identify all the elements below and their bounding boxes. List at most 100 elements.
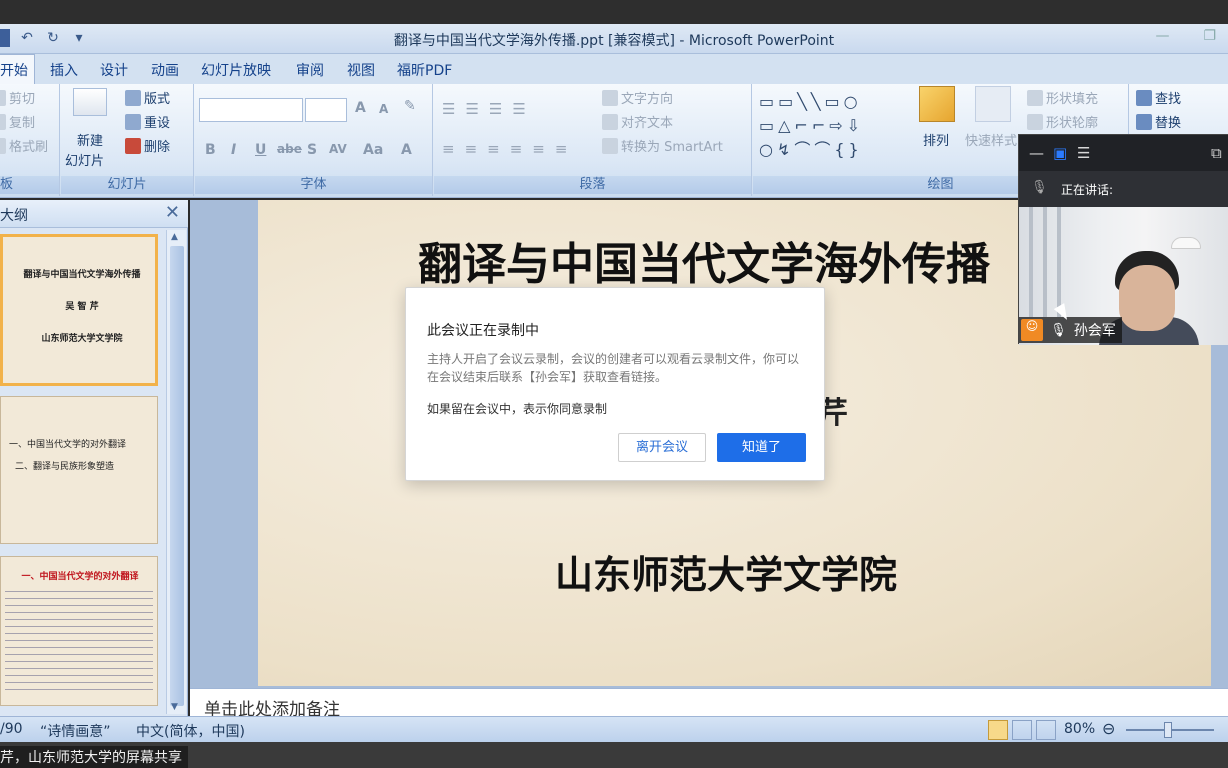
paint-bucket-icon — [1027, 90, 1043, 106]
tab-view[interactable]: 视图 — [347, 60, 375, 80]
slides-panel-scrollbar[interactable]: ▲ ▼ — [166, 230, 186, 714]
expand-panel-icon[interactable]: ⧉ — [1211, 144, 1222, 162]
tab-review[interactable]: 审阅 — [296, 60, 324, 80]
tab-slideshow[interactable]: 幻灯片放映 — [201, 60, 271, 80]
font-name-input[interactable] — [199, 98, 303, 122]
paragraph-group: ☰☰☰☰ ≡≡≡≡≡≡ 文字方向 对齐文本 转换为 SmartArt 段落 — [434, 84, 752, 196]
tab-insert[interactable]: 插入 — [50, 60, 78, 80]
strikethrough-button[interactable]: abe — [277, 142, 302, 156]
recording-dialog: 此会议正在录制中 主持人开启了会议云录制，会议的创建者可以观看云录制文件，你可以… — [405, 287, 825, 481]
scroll-down-icon[interactable]: ▼ — [171, 702, 178, 712]
copy-button[interactable]: 复制 — [0, 112, 35, 131]
paragraph-group-label: 段落 — [434, 176, 751, 194]
font-color-button[interactable]: A — [401, 142, 412, 158]
shapes-gallery[interactable]: ▭▭╲╲▭○ ▭△⌐⌐⇨⇩ ○↯⌒⌒{} — [759, 90, 899, 162]
mic-icon: 🎙 — [1050, 322, 1067, 338]
notes-pane[interactable]: 单击此处添加备注 — [190, 688, 1228, 720]
font-size-input[interactable] — [305, 98, 347, 122]
shape-outline-button[interactable]: 形状轮廓 — [1027, 112, 1098, 131]
thumb2-item1: 一、中国当代文学的对外翻译 — [9, 440, 127, 450]
restore-icon[interactable]: ❐ — [1203, 28, 1216, 44]
scroll-up-icon[interactable]: ▲ — [171, 232, 178, 242]
menu-icon[interactable]: ☰ — [1077, 144, 1090, 162]
new-slide-label-2[interactable]: 幻灯片 — [65, 150, 104, 169]
meeting-panel-toolbar: — ▣ ☰ ⧉ — [1019, 135, 1228, 171]
new-slide-label-1[interactable]: 新建 — [77, 130, 103, 149]
slide-thumbnail-2[interactable]: 一、中国当代文学的对外翻译 二、翻译与民族形象塑造 — [0, 396, 158, 544]
slide-organization[interactable]: 山东师范大学文学院 — [555, 544, 897, 599]
slide-thumbnail-3[interactable]: 一、中国当代文学的对外翻译 — [0, 556, 158, 706]
theme-name: “诗情画意” — [40, 724, 111, 740]
layout-button[interactable]: 版式 — [125, 88, 170, 107]
arrange-button[interactable]: 排列 — [923, 130, 949, 149]
shrink-font-button[interactable]: A — [379, 102, 388, 116]
participant-nametag: ☺ 🎙 孙会军 — [1019, 317, 1122, 343]
tab-animation[interactable]: 动画 — [151, 60, 179, 80]
participant-name: 孙会军 — [1073, 323, 1116, 339]
quick-styles-button[interactable]: 快速样式 — [965, 130, 1017, 149]
top-black-bar — [0, 0, 1228, 24]
participant-video[interactable]: ☺ 🎙 孙会军 — [1019, 207, 1228, 345]
grow-font-button[interactable]: A — [355, 100, 366, 116]
zoom-level[interactable]: 80% — [1064, 721, 1095, 737]
reset-label: 重设 — [144, 116, 171, 131]
slide-thumbnail-1[interactable]: 翻译与中国当代文学海外传播 吴 智 芹 山东师范大学文学院 — [0, 234, 158, 386]
reset-icon — [125, 114, 141, 130]
acknowledge-button[interactable]: 知道了 — [717, 433, 806, 462]
scroll-thumb[interactable] — [170, 246, 184, 706]
minimize-icon[interactable]: — — [1155, 28, 1169, 44]
layout-label: 版式 — [144, 92, 171, 107]
align-text-button[interactable]: 对齐文本 — [602, 112, 673, 131]
slide-sorter-icon[interactable] — [1012, 720, 1032, 740]
zoom-out-icon[interactable]: ⊖ — [1102, 719, 1115, 738]
shape-outline-label: 形状轮廓 — [1046, 116, 1099, 131]
clear-format-icon[interactable]: ✎ — [404, 98, 416, 114]
shape-fill-button[interactable]: 形状填充 — [1027, 88, 1098, 107]
thumb1-author: 吴 智 芹 — [65, 302, 99, 312]
underline-button[interactable]: U — [255, 142, 266, 158]
tab-foxit-pdf[interactable]: 福昕PDF — [397, 60, 452, 80]
view-zoom-controls: 80% ⊖ — [986, 717, 1228, 743]
change-case-button[interactable]: Aa — [363, 142, 383, 158]
text-direction-button[interactable]: 文字方向 — [602, 88, 673, 107]
bold-button[interactable]: B — [205, 142, 216, 158]
italic-button[interactable]: I — [231, 142, 236, 158]
replace-button[interactable]: 替换 — [1136, 112, 1181, 131]
cut-button[interactable]: 剪切 — [0, 88, 35, 107]
cut-label: 剪切 — [9, 92, 36, 107]
window-blind — [1029, 207, 1033, 317]
dialog-title: 此会议正在录制中 — [427, 323, 539, 339]
language-indicator: 中文(简体，中国) — [136, 724, 245, 740]
align-buttons[interactable]: ≡≡≡≡≡≡ — [442, 140, 577, 158]
list-buttons[interactable]: ☰☰☰☰ — [442, 100, 536, 118]
minimize-panel-icon[interactable]: — — [1029, 144, 1044, 162]
shadow-button[interactable]: S — [307, 142, 317, 158]
speaker-view-icon[interactable]: ▣ — [1053, 144, 1067, 162]
window-controls: — ❐ — [1155, 28, 1216, 44]
find-button[interactable]: 查找 — [1136, 88, 1181, 107]
char-spacing-button[interactable]: AV — [329, 142, 347, 156]
slideshow-icon[interactable] — [1036, 720, 1056, 740]
replace-label: 替换 — [1155, 116, 1182, 131]
meeting-video-panel: — ▣ ☰ ⧉ 🎙 正在讲话: ☺ 🎙 孙会军 — [1018, 134, 1228, 345]
replace-icon — [1136, 114, 1152, 130]
outline-tab[interactable]: 大纲 — [0, 205, 28, 225]
slide-title[interactable]: 翻译与中国当代文学海外传播 — [418, 228, 990, 292]
scissors-icon — [0, 90, 6, 106]
speaking-label: 正在讲话: — [1061, 183, 1114, 197]
zoom-slider-knob[interactable] — [1164, 722, 1172, 738]
format-painter-label: 格式刷 — [9, 140, 49, 155]
tab-design[interactable]: 设计 — [100, 60, 128, 80]
host-avatar-icon: ☺ — [1021, 319, 1043, 341]
leave-meeting-button[interactable]: 离开会议 — [618, 433, 706, 462]
speaking-indicator: 🎙 正在讲话: — [1019, 171, 1228, 207]
title-bar: ↶ ↻ ▾ 翻译与中国当代文学海外传播.ppt [兼容模式] - Microso… — [0, 24, 1228, 54]
delete-slide-button[interactable]: 删除 — [125, 136, 170, 155]
tab-home[interactable]: 开始 — [0, 54, 35, 84]
window-blind — [1057, 207, 1061, 317]
format-painter-button[interactable]: 格式刷 — [0, 136, 48, 155]
normal-view-icon[interactable] — [988, 720, 1008, 740]
reset-button[interactable]: 重设 — [125, 112, 170, 131]
smartart-button[interactable]: 转换为 SmartArt — [602, 136, 723, 155]
close-panel-icon[interactable]: ✕ — [165, 202, 180, 223]
